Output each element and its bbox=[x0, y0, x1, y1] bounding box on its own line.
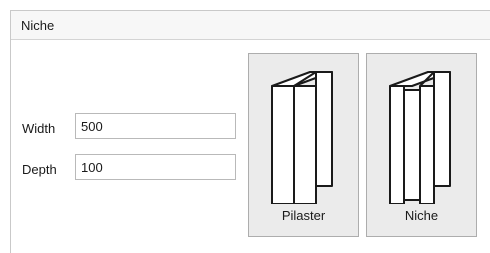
niche-icon bbox=[389, 71, 451, 204]
depth-label: Depth bbox=[22, 162, 57, 177]
width-label: Width bbox=[22, 121, 56, 136]
panel-header: Niche bbox=[11, 10, 490, 40]
depth-field[interactable] bbox=[75, 154, 236, 180]
pilaster-button[interactable]: Pilaster bbox=[248, 53, 359, 237]
panel-title: Niche bbox=[21, 18, 55, 33]
niche-button[interactable]: Niche bbox=[366, 53, 477, 237]
niche-label: Niche bbox=[404, 208, 439, 223]
width-field[interactable] bbox=[75, 113, 236, 139]
pilaster-label: Pilaster bbox=[281, 208, 326, 223]
pilaster-icon bbox=[271, 71, 333, 204]
